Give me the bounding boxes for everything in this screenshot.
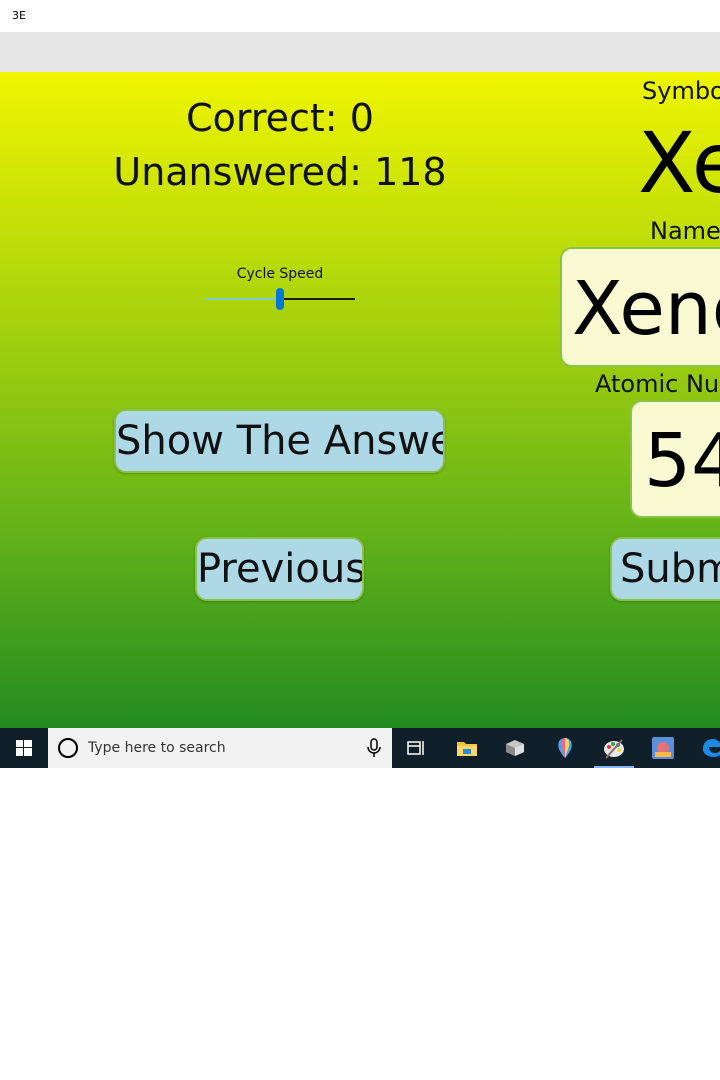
game-app-icon[interactable] bbox=[651, 736, 675, 760]
cortana-icon[interactable] bbox=[58, 738, 78, 758]
microphone-icon[interactable] bbox=[364, 737, 384, 759]
file-explorer-icon[interactable] bbox=[455, 736, 479, 760]
slider-thumb[interactable] bbox=[276, 288, 284, 310]
name-field[interactable]: Xeno bbox=[560, 247, 720, 367]
quiz-content: Correct: 0 Unanswered: 118 Cycle Speed S… bbox=[0, 72, 720, 728]
edge-browser-icon[interactable] bbox=[700, 736, 720, 760]
show-answer-button[interactable]: Show The Answer bbox=[114, 409, 445, 473]
search-placeholder: Type here to search bbox=[88, 740, 226, 756]
paint-palette-icon[interactable] bbox=[602, 736, 626, 760]
name-label: Name bbox=[650, 217, 720, 245]
symbol-label: Symbol bbox=[642, 77, 720, 105]
cycle-speed-label: Cycle Speed bbox=[236, 266, 324, 282]
3d-viewer-icon[interactable] bbox=[503, 736, 527, 760]
app-bar bbox=[0, 32, 720, 72]
windows-start-button[interactable] bbox=[0, 728, 48, 768]
correct-count: Correct: 0 bbox=[186, 96, 374, 140]
atomic-number-label: Atomic Nur bbox=[595, 370, 720, 398]
window-title: 3E bbox=[12, 9, 26, 22]
submit-button[interactable]: Subm bbox=[610, 537, 720, 601]
symbol-display: Xe bbox=[638, 114, 720, 212]
window-title-bar: 3E bbox=[0, 0, 720, 32]
task-view-icon[interactable] bbox=[404, 736, 428, 760]
windows-start-icon bbox=[16, 740, 32, 756]
cycle-speed-slider[interactable] bbox=[205, 287, 355, 311]
unanswered-count: Unanswered: 118 bbox=[113, 150, 447, 194]
slider-track-remaining bbox=[280, 298, 355, 300]
paint-3d-icon[interactable] bbox=[553, 736, 577, 760]
slider-track-filled bbox=[205, 298, 280, 300]
previous-button[interactable]: Previous bbox=[195, 537, 364, 601]
atomic-number-field[interactable]: 54 bbox=[630, 400, 720, 518]
active-app-indicator bbox=[594, 766, 634, 768]
taskbar: Type here to search bbox=[0, 728, 720, 768]
taskbar-search-box[interactable]: Type here to search bbox=[48, 728, 392, 768]
